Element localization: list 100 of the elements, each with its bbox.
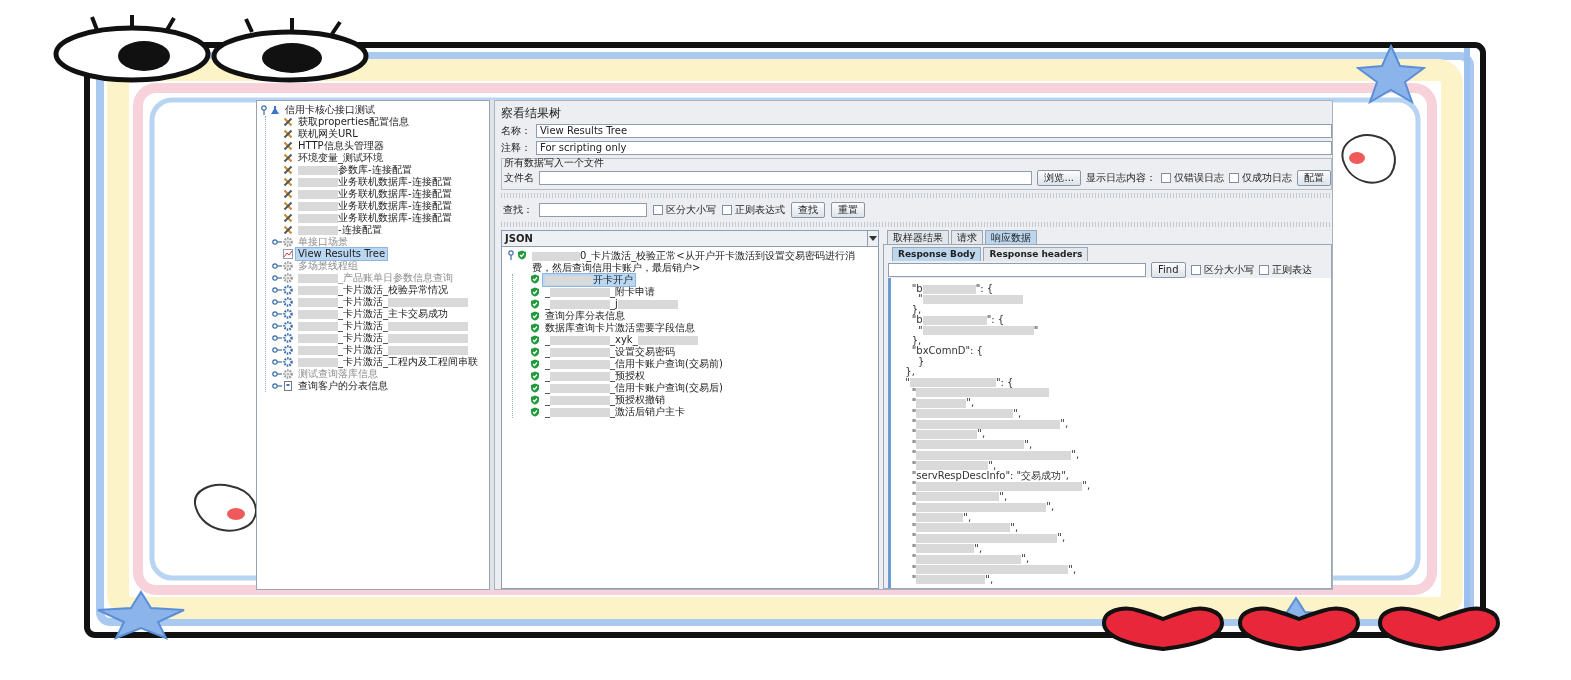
tree-toggle-icon[interactable] [272, 381, 282, 391]
tree-toggle-icon[interactable] [506, 250, 516, 260]
result-item[interactable]: _ _激活后销户主卡 [543, 406, 687, 418]
find-field[interactable] [888, 262, 1146, 277]
tree-item[interactable]: 参数库-连接配置 [296, 164, 414, 176]
search-button[interactable]: 查找 [791, 202, 825, 218]
tools-icon [283, 141, 293, 151]
tree-toggle-icon[interactable] [272, 357, 282, 367]
chart-icon [283, 249, 293, 259]
tools-icon [283, 117, 293, 127]
result-item[interactable]: 查询分库分表信息 [543, 310, 627, 322]
tree-item[interactable]: 查询客户的分表信息 [296, 380, 390, 392]
tree-toggle-icon[interactable] [272, 297, 282, 307]
code-line: "bxComnD": { [910, 346, 984, 357]
field-label: 名称： [501, 123, 531, 138]
panel-title: 察看结果树 [501, 105, 562, 122]
checkbox[interactable]: 正则表达式 [722, 203, 785, 217]
tab[interactable]: 请求 [951, 230, 983, 244]
tree-toggle-icon[interactable] [272, 309, 282, 319]
code-line: " ", [910, 439, 1034, 450]
result-item[interactable]: _ _附卡申请 [543, 286, 657, 298]
tools-icon [283, 177, 293, 187]
tree-item[interactable]: 环境变量_测试环境 [296, 152, 385, 164]
code-line: }, [910, 335, 922, 347]
tree-toggle-icon[interactable] [272, 321, 282, 331]
result-item[interactable]: _ _预授权 [543, 370, 647, 382]
comment-field[interactable]: For scripting only [536, 140, 1332, 155]
tree-item[interactable]: 信用卡核心接口测试 [283, 104, 377, 116]
checkbox[interactable]: 区分大小写 [653, 203, 716, 217]
search-field[interactable] [539, 203, 647, 217]
code-line: " ", [910, 502, 1056, 513]
code-line: " ", [910, 564, 1078, 575]
tree-toggle-icon[interactable] [272, 345, 282, 355]
checkbox[interactable]: 正则表达 [1258, 262, 1312, 277]
tree-item[interactable]: HTTP信息头管理器 [296, 140, 386, 152]
renderer-dropdown[interactable]: JSON [502, 231, 878, 247]
find-button[interactable]: Find [1151, 261, 1186, 278]
tree-toggle-icon[interactable] [259, 105, 269, 115]
tree-item[interactable]: _卡片激活_ [296, 320, 470, 332]
code-line: " ", [910, 419, 1070, 430]
tree-item[interactable]: _卡片激活_校验异常情况 [296, 284, 450, 296]
tab[interactable]: Response headers [983, 247, 1089, 261]
tree-item[interactable]: 获取properties配置信息 [296, 116, 412, 128]
tools-icon [283, 201, 293, 211]
tree-item[interactable]: View Results Tree [296, 248, 388, 260]
reset-button[interactable]: 重置 [831, 202, 865, 218]
code-line: " ", [910, 460, 998, 471]
tree-item[interactable]: 联机网关URL [296, 128, 360, 140]
tree-item[interactable]: _卡片激活_ [296, 344, 470, 356]
code-line: " [899, 294, 1331, 305]
code-line: " ", [910, 491, 1009, 502]
tools-icon [283, 165, 293, 175]
code-line: " [899, 387, 1331, 399]
result-item[interactable]: _ _信用卡账户查询(交易后) [543, 382, 725, 394]
checkbox[interactable]: 仅错误日志 [1161, 170, 1224, 185]
code-line: } [917, 356, 926, 368]
tree-item[interactable]: _卡片激活_工程内及工程间串联 [296, 356, 480, 368]
code-line: "b ": { [910, 284, 995, 294]
tree-toggle-icon[interactable] [272, 333, 282, 343]
tree-toggle-icon[interactable] [272, 285, 282, 295]
code-line: " ", [910, 408, 1023, 419]
result-item[interactable]: _ _xyk_ [543, 334, 700, 346]
result-item[interactable]: 开卡开户 [543, 274, 635, 286]
field-label: 文件名 [504, 170, 534, 185]
file-name-field[interactable] [539, 170, 1033, 185]
document-icon [283, 381, 293, 391]
tree-item[interactable]: -连接配置 [296, 224, 384, 236]
star-icon [96, 590, 186, 640]
tools-icon [283, 213, 293, 223]
result-item[interactable]: _ _信用卡账户查询(交易前) [543, 358, 725, 370]
tree-item[interactable]: 业务联机数据库-连接配置 [296, 212, 454, 224]
tree-item[interactable]: 业务联机数据库-连接配置 [296, 176, 454, 188]
code-line: " ", [910, 512, 973, 523]
tree-item[interactable]: _卡片激活_ [296, 332, 470, 344]
checkbox[interactable]: 区分大小写 [1190, 262, 1254, 277]
star-icon [1356, 44, 1426, 104]
result-item[interactable]: 0_卡片激活_校验正常<从开户开卡激活到设置交易密码进行消费，然后查询信用卡账户，最后销户> [530, 250, 864, 274]
code-line: "servRespDescInfo": "交易成功", [910, 471, 1070, 482]
code-line: " ", [910, 543, 984, 554]
tree-item[interactable]: 业务联机数据库-连接配置 [296, 188, 454, 200]
code-line: " ", [910, 554, 1031, 565]
name-field[interactable]: View Results Tree [536, 123, 1332, 138]
result-item[interactable]: _ _设置交易密码 [543, 346, 677, 358]
tab[interactable]: 响应数据 [985, 230, 1037, 244]
code-line: " ", [910, 574, 995, 586]
configure-button[interactable]: 配置 [1297, 169, 1331, 186]
code-line: " ", [910, 450, 1081, 461]
tab[interactable]: Response Body [892, 247, 982, 261]
tools-icon [283, 129, 293, 139]
tab[interactable]: 取样器结果 [887, 230, 949, 244]
browse-button[interactable]: 浏览... [1037, 169, 1081, 186]
tree-item[interactable]: 业务联机数据库-连接配置 [296, 200, 454, 212]
result-item[interactable]: 数据库查询卡片激活需要字段信息 [543, 322, 697, 334]
checkbox[interactable]: 仅成功日志 [1229, 170, 1292, 185]
tree-item[interactable]: _卡片激活_ [296, 296, 470, 308]
result-item[interactable]: _ _预授权撤销 [543, 394, 667, 406]
result-item[interactable]: _ _j [543, 298, 680, 310]
tree-item[interactable]: _卡片激活_主卡交易成功 [296, 308, 450, 320]
code-line: }, [904, 367, 916, 378]
code-line: " ", [910, 481, 1092, 492]
